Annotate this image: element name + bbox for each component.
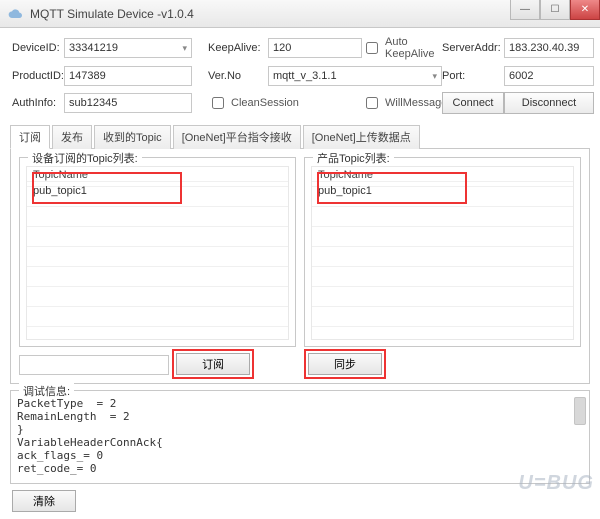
keepalive-label: KeepAlive: — [208, 42, 268, 54]
keepalive-input[interactable] — [268, 38, 362, 58]
authinfo-label: AuthInfo: — [12, 97, 64, 109]
port-label: Port: — [442, 70, 504, 82]
server-addr-label: ServerAddr: — [442, 42, 504, 54]
willmessage-checkbox[interactable]: WillMessage — [362, 94, 442, 112]
product-topic-list[interactable]: TopicName pub_topic1 — [311, 166, 574, 340]
device-id-combo[interactable]: 33341219 ▾ — [64, 38, 192, 58]
connect-button[interactable]: Connect — [442, 92, 504, 114]
product-id-input[interactable] — [64, 66, 192, 86]
disconnect-button[interactable]: Disconnect — [504, 92, 594, 114]
authinfo-input[interactable] — [64, 93, 192, 113]
verno-value: mqtt_v_3.1.1 — [273, 70, 337, 82]
tab-onenet-cmd[interactable]: [OneNet]平台指令接收 — [173, 125, 301, 149]
close-button[interactable]: ✕ — [570, 0, 600, 20]
verno-label: Ver.No — [208, 70, 268, 82]
chevron-down-icon: ▾ — [182, 43, 187, 54]
device-topic-title: 设备订阅的Topic列表: — [28, 150, 142, 166]
window-title: MQTT Simulate Device -v1.0.4 — [30, 7, 194, 21]
list-header: TopicName — [27, 167, 288, 182]
minimize-button[interactable]: — — [510, 0, 540, 20]
device-topic-list[interactable]: TopicName pub_topic1 — [26, 166, 289, 340]
product-topic-group: 产品Topic列表: TopicName pub_topic1 — [304, 157, 581, 347]
title-bar: MQTT Simulate Device -v1.0.4 — ☐ ✕ — [0, 0, 600, 28]
list-header: TopicName — [312, 167, 573, 182]
maximize-button[interactable]: ☐ — [540, 0, 570, 20]
device-topic-group: 设备订阅的Topic列表: TopicName pub_topic1 — [19, 157, 296, 347]
list-item[interactable]: pub_topic1 — [27, 182, 288, 200]
cloud-icon — [8, 8, 24, 20]
clear-button[interactable]: 清除 — [12, 490, 76, 512]
tab-onenet-upload[interactable]: [OneNet]上传数据点 — [303, 125, 420, 149]
verno-combo[interactable]: mqtt_v_3.1.1 ▾ — [268, 66, 442, 86]
sync-button[interactable]: 同步 — [308, 353, 382, 375]
debug-group: 调试信息: PacketType = 2 RemainLength = 2 } … — [10, 390, 590, 484]
tab-subscribe[interactable]: 订阅 — [10, 125, 50, 149]
tab-body-subscribe: 设备订阅的Topic列表: TopicName pub_topic1 产品Top… — [10, 149, 590, 384]
tab-strip: 订阅 发布 收到的Topic [OneNet]平台指令接收 [OneNet]上传… — [10, 124, 590, 149]
tab-received-topic[interactable]: 收到的Topic — [94, 125, 171, 149]
server-addr-input[interactable] — [504, 38, 594, 58]
window-controls: — ☐ ✕ — [510, 0, 600, 20]
debug-output[interactable]: PacketType = 2 RemainLength = 2 } Variab… — [17, 397, 571, 477]
subscribe-topic-input[interactable] — [19, 355, 169, 375]
auto-keepalive-checkbox[interactable]: Auto KeepAlive — [362, 36, 442, 60]
tab-publish[interactable]: 发布 — [52, 125, 92, 149]
device-id-label: DeviceID: — [12, 42, 64, 54]
scrollbar-thumb[interactable] — [574, 397, 586, 425]
product-topic-title: 产品Topic列表: — [313, 150, 394, 166]
port-input[interactable] — [504, 66, 594, 86]
connection-form: DeviceID: 33341219 ▾ KeepAlive: Auto Kee… — [0, 28, 600, 118]
list-item[interactable]: pub_topic1 — [312, 182, 573, 200]
subscribe-button[interactable]: 订阅 — [176, 353, 250, 375]
device-id-value: 33341219 — [69, 42, 118, 54]
chevron-down-icon: ▾ — [432, 71, 437, 82]
cleansession-checkbox[interactable]: CleanSession — [208, 94, 362, 112]
product-id-label: ProductID: — [12, 70, 64, 82]
